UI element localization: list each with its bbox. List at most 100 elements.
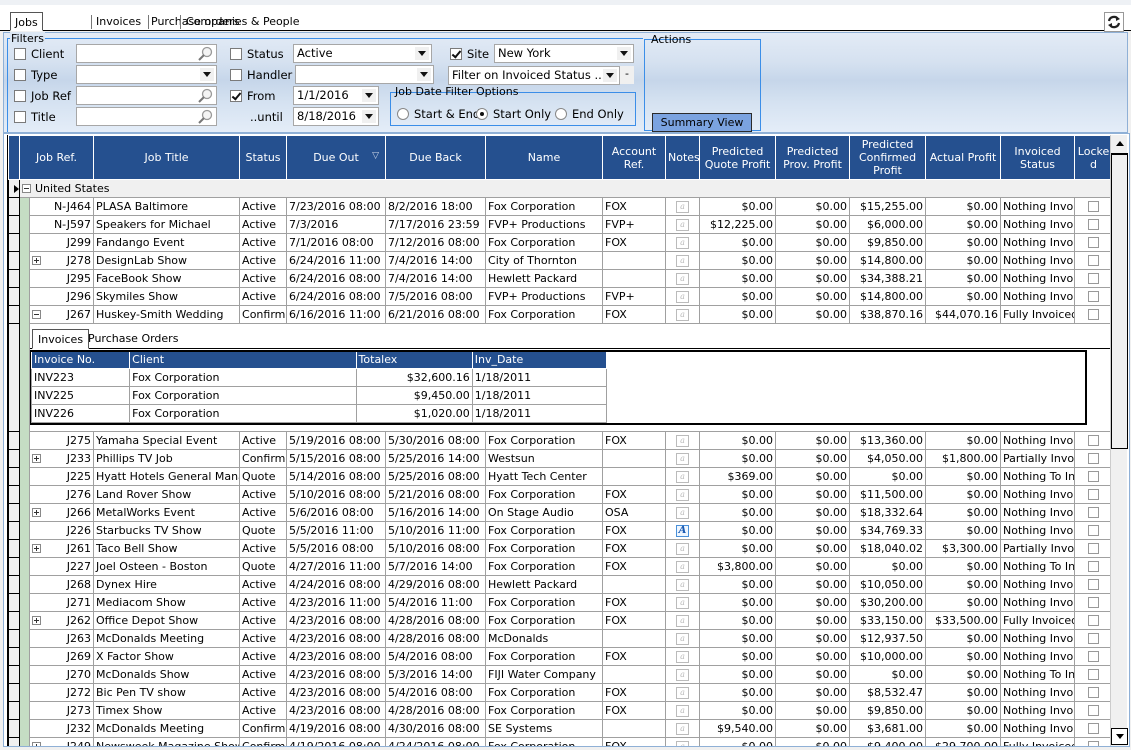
locked-checkbox[interactable] — [1088, 669, 1100, 680]
note-empty-icon[interactable]: a — [676, 614, 690, 627]
note-empty-icon[interactable]: a — [676, 542, 690, 555]
cell-notes[interactable]: a — [665, 701, 701, 720]
cell-notes[interactable]: a — [665, 269, 701, 288]
expand-row-icon[interactable] — [32, 256, 41, 265]
table-row[interactable]: J263 McDonalds Meeting Active 4/23/2016 … — [8, 629, 1114, 648]
search-icon[interactable] — [197, 46, 213, 62]
cell-locked[interactable] — [1074, 521, 1114, 540]
cell-locked[interactable] — [1074, 557, 1114, 576]
site-filter-toggle[interactable]: Site — [450, 46, 489, 62]
row-selector[interactable] — [8, 557, 20, 576]
cell-locked[interactable] — [1074, 197, 1114, 216]
row-selector[interactable] — [8, 503, 20, 522]
cell-locked[interactable] — [1074, 251, 1114, 270]
table-row[interactable]: J276 Land Rover Show Active 5/10/2016 08… — [8, 485, 1114, 504]
cell-notes[interactable]: a — [665, 305, 701, 324]
row-selector[interactable] — [8, 521, 20, 540]
column-header-inv-date[interactable]: Inv_Date — [471, 351, 608, 369]
cell-locked[interactable] — [1074, 719, 1114, 738]
from-date-picker[interactable]: 1/1/2016 — [293, 86, 379, 105]
table-row[interactable]: J267 Huskey-Smith Wedding Confirme 6/16/… — [8, 305, 1114, 324]
from-checkbox[interactable] — [230, 90, 242, 102]
column-header-locked[interactable]: Locked — [1074, 135, 1114, 180]
refresh-button[interactable] — [1104, 12, 1124, 32]
note-empty-icon[interactable]: a — [676, 434, 690, 447]
detail-tab-invoices[interactable]: Invoices — [32, 328, 90, 349]
note-empty-icon[interactable]: a — [676, 722, 690, 735]
locked-checkbox[interactable] — [1088, 435, 1100, 446]
row-selector[interactable] — [8, 629, 20, 648]
note-empty-icon[interactable]: a — [676, 236, 690, 249]
row-selector[interactable] — [8, 323, 20, 432]
radio-end-only[interactable]: End Only — [555, 107, 624, 121]
note-empty-icon[interactable]: a — [676, 686, 690, 699]
locked-checkbox[interactable] — [1088, 309, 1100, 320]
note-empty-icon[interactable]: a — [676, 200, 690, 213]
expand-row-icon[interactable] — [32, 616, 41, 625]
note-present-icon[interactable]: A — [676, 524, 690, 537]
group-row[interactable]: United States — [8, 179, 1113, 198]
cell-locked[interactable] — [1074, 665, 1114, 684]
locked-checkbox[interactable] — [1088, 507, 1100, 518]
cell-locked[interactable] — [1074, 485, 1114, 504]
column-header-notes[interactable]: Notes — [665, 135, 701, 180]
note-empty-icon[interactable]: a — [676, 470, 690, 483]
cell-notes[interactable]: a — [665, 683, 701, 702]
summary-view-button[interactable]: Summary View — [652, 113, 752, 132]
cell-notes[interactable]: a — [665, 719, 701, 738]
table-row[interactable]: J299 Fandango Event Active 7/1/2016 08:0… — [8, 233, 1114, 252]
row-selector[interactable] — [8, 197, 20, 216]
row-selector[interactable] — [8, 269, 20, 288]
chevron-down-icon[interactable] — [417, 68, 431, 81]
cell-locked[interactable] — [1074, 611, 1114, 630]
job-ref-input[interactable] — [76, 86, 217, 105]
cell-notes[interactable]: A — [665, 521, 701, 540]
client-input[interactable] — [76, 44, 217, 63]
chevron-down-icon[interactable] — [200, 68, 214, 81]
title-checkbox[interactable] — [14, 111, 26, 123]
invoice-row[interactable]: INV223 Fox Corporation $32,600.16 1/18/2… — [30, 368, 608, 387]
row-selector[interactable] — [8, 593, 20, 612]
locked-checkbox[interactable] — [1088, 201, 1100, 212]
row-selector[interactable] — [8, 701, 20, 720]
cell-notes[interactable]: a — [665, 287, 701, 306]
cell-notes[interactable]: a — [665, 665, 701, 684]
note-empty-icon[interactable]: a — [676, 290, 690, 303]
cell-locked[interactable] — [1074, 737, 1114, 746]
scrollbar-thumb[interactable] — [1111, 153, 1128, 449]
cell-locked[interactable] — [1074, 647, 1114, 666]
row-selector[interactable] — [8, 233, 20, 252]
cell-locked[interactable] — [1074, 215, 1114, 234]
note-empty-icon[interactable]: a — [676, 632, 690, 645]
note-empty-icon[interactable]: a — [676, 218, 690, 231]
cell-notes[interactable]: a — [665, 449, 701, 468]
locked-checkbox[interactable] — [1088, 705, 1100, 716]
locked-checkbox[interactable] — [1088, 273, 1100, 284]
invoice-row[interactable]: INV226 Fox Corporation $1,020.00 1/18/20… — [30, 404, 608, 423]
row-selector[interactable] — [8, 287, 20, 306]
row-selector[interactable] — [8, 305, 20, 324]
invoiced-status-select[interactable]: Filter on Invoiced Status ... — [448, 66, 620, 85]
expand-row-icon[interactable] — [32, 508, 41, 517]
note-empty-icon[interactable]: a — [676, 578, 690, 591]
cell-locked[interactable] — [1074, 683, 1114, 702]
radio-button[interactable] — [555, 108, 567, 120]
table-row[interactable]: J296 Skymiles Show Active 6/24/2016 08:0… — [8, 287, 1114, 306]
table-row[interactable]: J271 Mediacom Show Active 4/23/2016 11:0… — [8, 593, 1114, 612]
column-header-account-ref[interactable]: Account Ref. — [602, 135, 667, 180]
column-header-totalex[interactable]: Totalex — [355, 351, 473, 369]
locked-checkbox[interactable] — [1088, 453, 1100, 464]
locked-checkbox[interactable] — [1088, 651, 1100, 662]
table-row[interactable]: N-J597 Speakers for Michael Active 7/3/2… — [8, 215, 1114, 234]
scroll-up-button[interactable] — [1111, 135, 1128, 152]
site-checkbox[interactable] — [450, 48, 462, 60]
cell-locked[interactable] — [1074, 467, 1114, 486]
column-header-due-out[interactable]: Due Out ▽ — [286, 135, 387, 180]
row-selector[interactable] — [8, 449, 20, 468]
note-empty-icon[interactable]: a — [676, 452, 690, 465]
note-empty-icon[interactable]: a — [676, 668, 690, 681]
note-empty-icon[interactable]: a — [676, 596, 690, 609]
table-row[interactable]: J295 FaceBook Show Active 6/24/2016 08:0… — [8, 269, 1114, 288]
column-header-job-title[interactable]: Job Title — [93, 135, 241, 180]
locked-checkbox[interactable] — [1088, 237, 1100, 248]
